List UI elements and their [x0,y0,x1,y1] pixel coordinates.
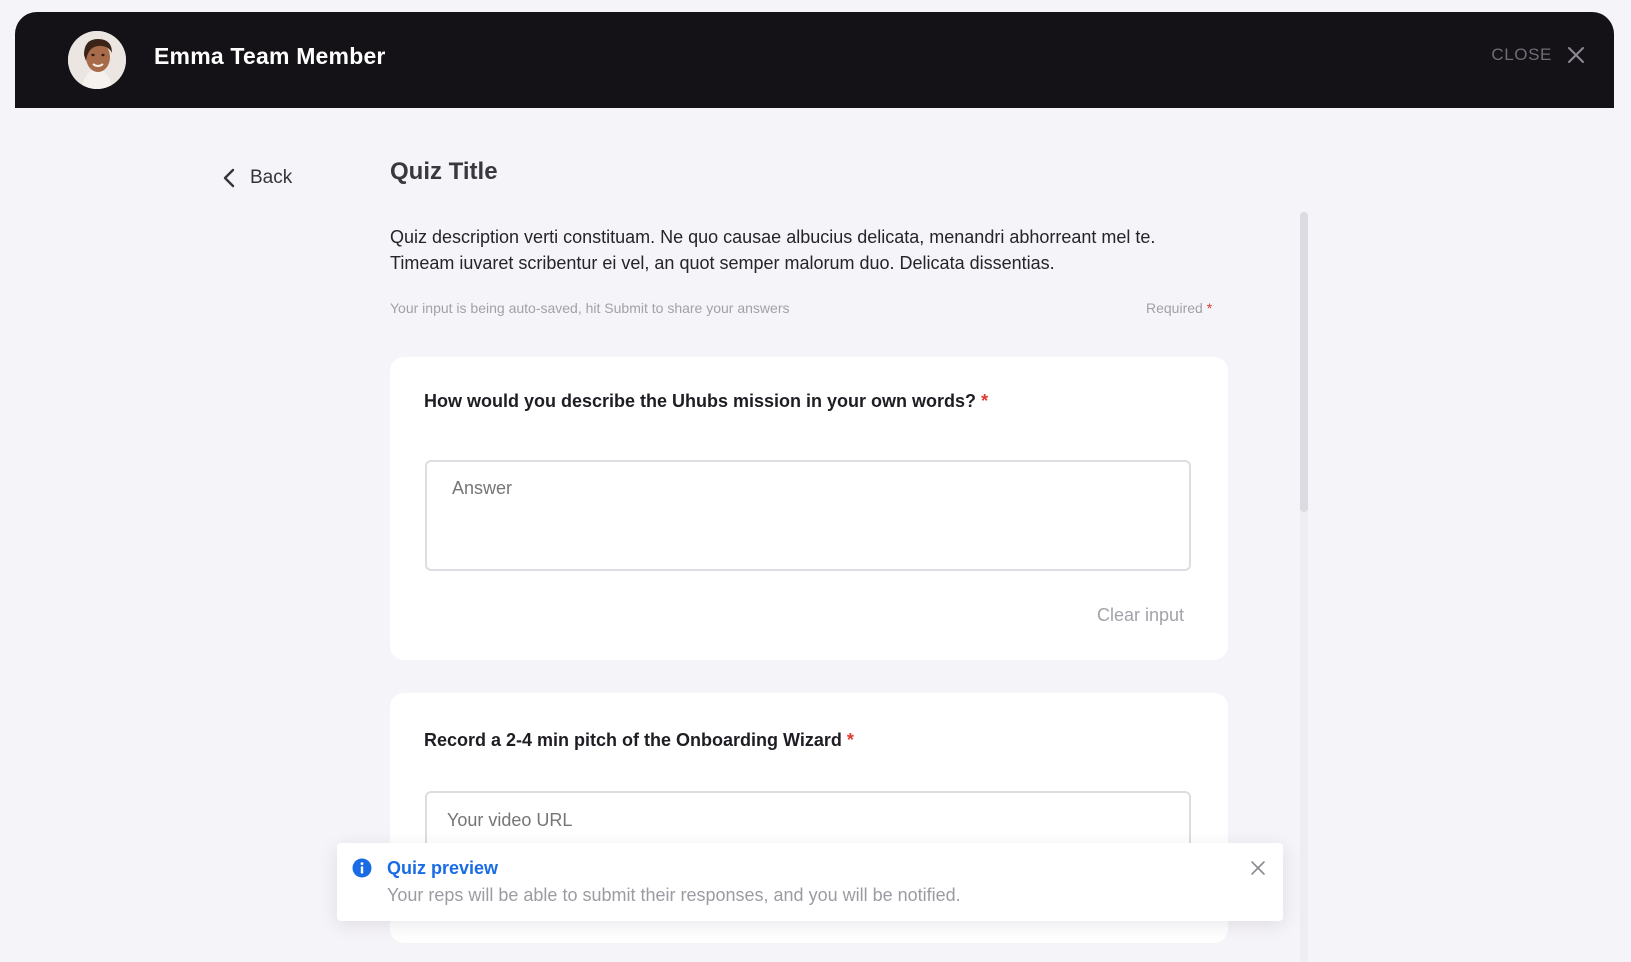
question-text: Record a 2-4 min pitch of the Onboarding… [424,730,854,751]
question-label: How would you describe the Uhubs mission… [424,391,977,411]
chevron-left-icon [223,168,235,188]
modal-header: Emma Team Member CLOSE [15,12,1614,108]
page-title: Quiz Title [390,158,498,185]
info-icon [352,858,372,878]
scrollbar[interactable] [1300,212,1308,962]
answer-textarea[interactable] [425,460,1191,571]
required-legend: Required * [1146,300,1212,316]
toast-title: Quiz preview [387,858,499,878]
close-button[interactable]: CLOSE [1491,42,1586,68]
quiz-preview-toast: Quiz preview Your reps will be able to s… [337,843,1283,921]
close-icon[interactable] [1250,860,1266,876]
back-button[interactable]: Back [222,166,292,190]
toast-message: Your reps will be able to submit their r… [387,885,961,905]
required-star: * [981,391,989,411]
header-title: Emma Team Member [154,43,386,69]
close-icon [1568,47,1584,63]
question-text: How would you describe the Uhubs mission… [424,391,988,412]
autosave-note: Your input is being auto-saved, hit Subm… [390,300,790,316]
close-label: CLOSE [1491,45,1552,64]
required-label: Required [1146,300,1203,316]
avatar [68,31,126,89]
required-star: * [1206,300,1213,316]
scrollbar-thumb[interactable] [1300,212,1308,512]
clear-input-button[interactable]: Clear input [1097,605,1184,626]
quiz-description: Quiz description verti constituam. Ne qu… [390,227,1156,273]
back-label: Back [250,167,293,188]
question-card: How would you describe the Uhubs mission… [390,357,1228,660]
question-label: Record a 2-4 min pitch of the Onboarding… [424,730,842,750]
video-url-input[interactable] [425,791,1191,849]
required-star: * [846,730,854,750]
